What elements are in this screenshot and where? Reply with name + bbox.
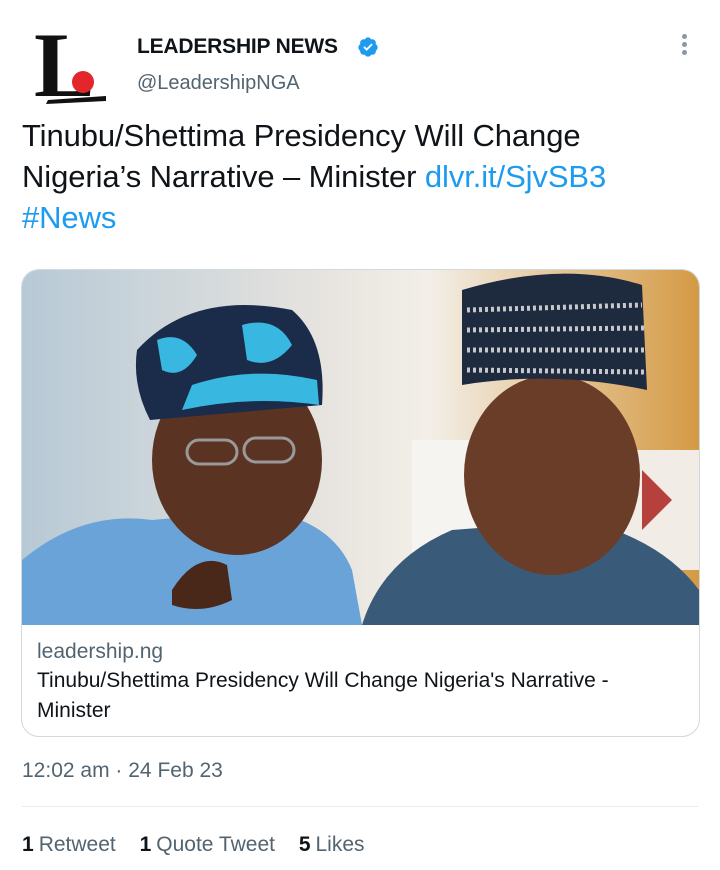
link-card[interactable]: leadership.ng Tinubu/Shettima Presidency… [21, 269, 700, 737]
quotes-label: Quote Tweet [156, 833, 275, 856]
author-name[interactable]: LEADERSHIP NEWS [137, 35, 338, 59]
meta-separator: · [115, 759, 123, 782]
tweet-time: 12:02 am [22, 759, 110, 782]
tweet-timestamp[interactable]: 12:02 am · 24 Feb 23 [22, 759, 223, 783]
author-handle[interactable]: @LeadershipNGA [137, 72, 300, 95]
engagement-stats: 1 Retweet 1 Quote Tweet 5 Likes [22, 833, 383, 857]
svg-text:L: L [34, 22, 95, 106]
likes-count: 5 [298, 833, 311, 856]
tweet-text: Tinubu/Shettima Presidency Will Change N… [22, 115, 702, 238]
more-options-icon[interactable] [672, 34, 696, 58]
likes-stat[interactable]: 5 Likes [299, 833, 365, 857]
hashtag-link[interactable]: #News [22, 200, 116, 235]
likes-label: Likes [315, 833, 365, 856]
verified-badge-icon [358, 37, 378, 57]
tweet-date: 24 Feb 23 [128, 759, 223, 782]
quotes-count: 1 [139, 833, 152, 856]
quote-tweets-stat[interactable]: 1 Quote Tweet [140, 833, 275, 857]
leadership-logo[interactable]: L [30, 22, 110, 106]
card-image [22, 270, 699, 625]
tweet-header: L LEADERSHIP NEWS @LeadershipNGA [0, 0, 720, 110]
divider [22, 806, 698, 807]
retweets-count: 1 [22, 833, 34, 856]
tweet-link[interactable]: dlvr.it/SjvSB3 [425, 159, 606, 194]
retweets-label: Retweet [38, 833, 116, 856]
card-title: Tinubu/Shettima Presidency Will Change N… [37, 669, 609, 722]
retweets-stat[interactable]: 1 Retweet [22, 833, 116, 857]
card-domain: leadership.ng [37, 640, 164, 663]
